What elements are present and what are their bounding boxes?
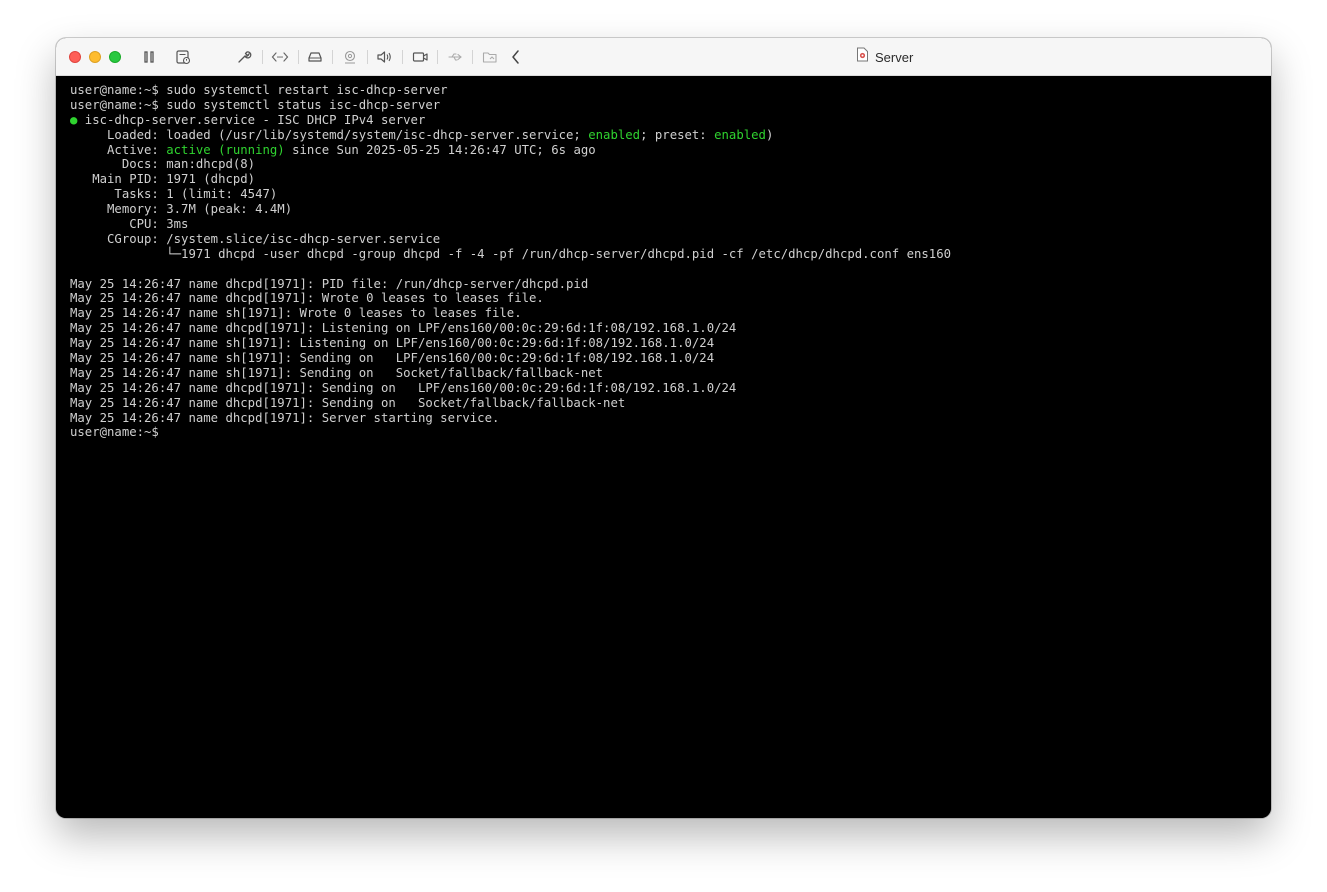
vm-window: Server user@name:~$ sudo systemctl resta… [56,38,1271,818]
toolbar-divider [332,50,333,64]
loaded-close: ) [765,127,774,142]
toolbar-divider [402,50,403,64]
loaded-preset-value: enabled [714,127,766,142]
log-line: May 25 14:26:47 name dhcpd[1971]: PID fi… [70,276,589,291]
disk-icon[interactable] [305,48,325,66]
toolbar-divider [262,50,263,64]
terminal-screen[interactable]: user@name:~$ sudo systemctl restart isc-… [56,76,1271,818]
terminal-line-command: user@name:~$ sudo systemctl restart isc-… [70,83,448,97]
log-line: May 25 14:26:47 name sh[1971]: Wrote 0 l… [70,306,522,321]
window-title-text: Server [875,49,914,65]
log-line: May 25 14:26:47 name dhcpd[1971]: Sendin… [70,380,737,395]
log-line: May 25 14:26:47 name dhcpd[1971]: Sendin… [70,395,626,410]
pause-icon[interactable] [139,48,159,66]
log-line: May 25 14:26:47 name sh[1971]: Sending o… [70,351,715,366]
loaded-label: Loaded: [70,127,167,142]
active-line: Active: active (running) since Sun 2025-… [70,143,1271,158]
cpu-line: CPU: 3ms [70,217,189,232]
log-line: May 25 14:26:47 name sh[1971]: Sending o… [70,365,604,380]
loaded-line: Loaded: loaded (/usr/lib/systemd/system/… [70,128,1271,143]
toolbar-divider [298,50,299,64]
loaded-preset: ; preset: [640,127,715,142]
zoom-button[interactable] [109,51,121,63]
speaker-icon[interactable] [374,48,394,66]
snapshot-icon[interactable] [173,48,193,66]
log-line: May 25 14:26:47 name dhcpd[1971]: Listen… [70,321,737,336]
minimize-button[interactable] [89,51,101,63]
loaded-enabled: enabled [588,127,641,142]
docs-line: Docs: man:dhcpd(8) [70,157,256,172]
main-pid-line: Main PID: 1971 (dhcpd) [70,172,256,187]
tasks-line: Tasks: 1 (limit: 4547) [70,187,278,202]
log-line: May 25 14:26:47 name sh[1971]: Listening… [70,336,715,351]
cgroup-process-line: └─1971 dhcpd -user dhcpd -group dhcpd -f… [70,246,951,261]
loaded-value: loaded (/usr/lib/systemd/system/isc-dhcp… [166,127,589,142]
terminal-line-command: user@name:~$ sudo systemctl status isc-d… [70,97,441,112]
service-title: isc-dhcp-server.service - ISC DHCP IPv4 … [77,112,426,127]
display-icon[interactable] [410,48,430,66]
log-line: May 25 14:26:47 name dhcpd[1971]: Wrote … [70,291,544,306]
code-icon[interactable] [270,48,290,66]
log-line: May 25 14:26:47 name dhcpd[1971]: Server… [70,410,500,425]
camera-icon[interactable] [340,48,360,66]
document-icon [856,47,869,67]
title-bar: Server [56,38,1271,76]
memory-line: Memory: 3.7M (peak: 4.4M) [70,202,293,217]
window-title: Server [856,38,913,76]
shared-folder-icon[interactable] [480,48,500,66]
service-status-header: ● isc-dhcp-server.service - ISC DHCP IPv… [70,113,1271,128]
toolbar-divider [472,50,473,64]
active-label: Active: [70,142,167,157]
close-button[interactable] [69,51,81,63]
usb-icon[interactable] [445,48,465,66]
active-state: active (running) [166,142,285,157]
active-since: since Sun 2025-05-25 14:26:47 UTC; 6s ag… [284,142,596,157]
toolbar-divider [437,50,438,64]
chevron-left-icon[interactable] [506,48,526,66]
cgroup-line: CGroup: /system.slice/isc-dhcp-server.se… [70,231,441,246]
toolbar-divider [367,50,368,64]
shell-prompt[interactable]: user@name:~$ [70,425,1271,440]
wrench-icon[interactable] [234,48,254,66]
